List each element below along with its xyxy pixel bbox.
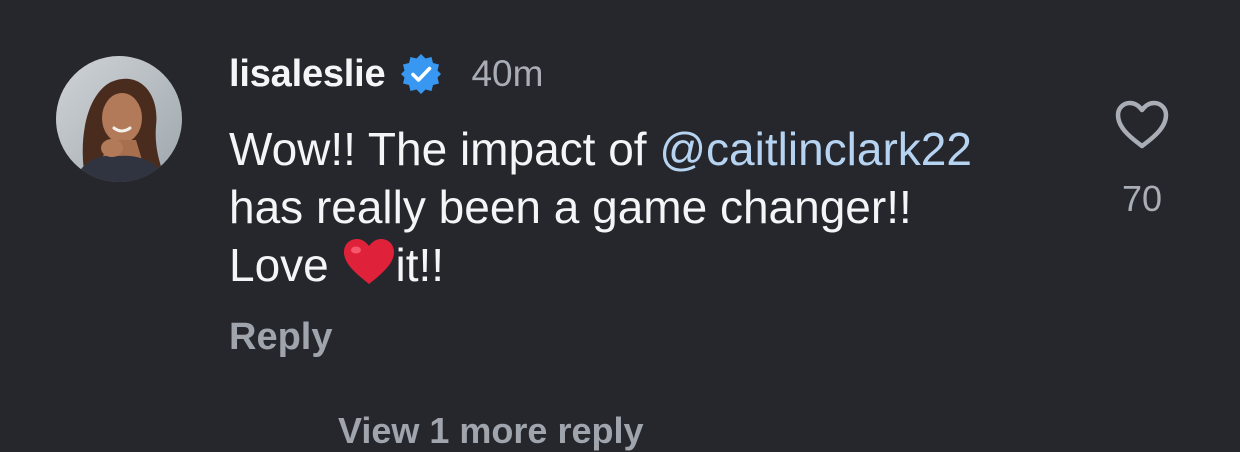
comment-header: lisaleslie 40m [229,50,543,98]
comment-line-3: Love it!! [229,236,1089,294]
verified-badge-icon [399,52,443,96]
like-count: 70 [1121,178,1163,219]
comment-line-1: Wow!! The impact of @caitlinclark22 [229,120,1089,178]
reply-button[interactable]: Reply [229,316,332,359]
heart-outline-icon[interactable] [1113,98,1171,152]
timestamp: 40m [471,53,544,94]
like-control: 70 [1103,98,1181,220]
view-more-replies-button[interactable]: View 1 more reply [338,410,644,452]
mention-link[interactable]: @caitlinclark22 [659,123,972,175]
comment: lisaleslie 40m Wow!! The impact of @cait… [0,0,1240,451]
profile-photo [56,56,182,182]
comment-text-part: Love [229,239,342,291]
comment-text-part: Wow!! The impact of [229,123,660,175]
username[interactable]: lisaleslie [229,53,386,96]
comment-text: Wow!! The impact of @caitlinclark22 has … [229,120,1089,294]
comment-line-2: has really been a game changer!! [229,181,912,233]
red-heart-emoji [342,237,396,287]
comment-text-part: it!! [395,239,445,291]
avatar[interactable] [56,56,182,182]
